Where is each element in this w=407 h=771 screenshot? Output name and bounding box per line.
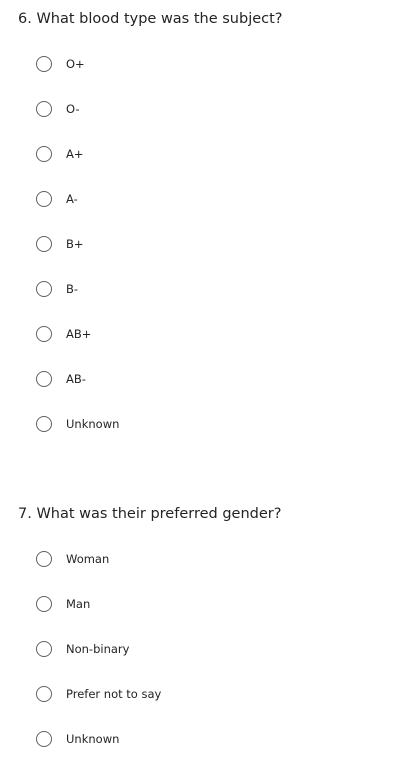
question-title: 6. What blood type was the subject? (18, 11, 283, 27)
question-title: 7. What was their preferred gender? (18, 506, 282, 522)
radio-button[interactable] (36, 731, 52, 747)
option-label: A- (66, 192, 78, 206)
option-prefer-not-to-say[interactable]: Prefer not to say (36, 682, 161, 706)
option-label: Unknown (66, 417, 120, 431)
radio-button[interactable] (36, 146, 52, 162)
radio-button[interactable] (36, 596, 52, 612)
radio-button[interactable] (36, 551, 52, 567)
option-label: Woman (66, 552, 110, 566)
option-label: Prefer not to say (66, 687, 162, 701)
option-label: AB- (66, 372, 86, 386)
radio-button[interactable] (36, 641, 52, 657)
radio-button[interactable] (36, 236, 52, 252)
option-label: A+ (66, 147, 84, 161)
radio-button[interactable] (36, 101, 52, 117)
option-non-binary[interactable]: Non-binary (36, 637, 129, 661)
radio-button[interactable] (36, 371, 52, 387)
option-b-positive[interactable]: B+ (36, 232, 84, 256)
option-b-negative[interactable]: B- (36, 277, 78, 301)
option-unknown[interactable]: Unknown (36, 412, 119, 436)
option-a-negative[interactable]: A- (36, 187, 78, 211)
radio-button[interactable] (36, 326, 52, 342)
option-ab-positive[interactable]: AB+ (36, 322, 91, 346)
option-label: O- (66, 102, 80, 116)
option-a-positive[interactable]: A+ (36, 142, 84, 166)
option-label: Man (66, 597, 91, 611)
option-woman[interactable]: Woman (36, 547, 109, 571)
option-label: B+ (66, 237, 84, 251)
option-ab-negative[interactable]: AB- (36, 367, 86, 391)
radio-button[interactable] (36, 416, 52, 432)
option-man[interactable]: Man (36, 592, 90, 616)
option-o-negative[interactable]: O- (36, 97, 80, 121)
radio-button[interactable] (36, 686, 52, 702)
radio-button[interactable] (36, 281, 52, 297)
option-unknown[interactable]: Unknown (36, 727, 119, 751)
option-label: O+ (66, 57, 85, 71)
radio-button[interactable] (36, 56, 52, 72)
option-label: Non-binary (66, 642, 130, 656)
option-o-positive[interactable]: O+ (36, 52, 85, 76)
option-label: B- (66, 282, 79, 296)
radio-button[interactable] (36, 191, 52, 207)
option-label: Unknown (66, 732, 120, 746)
option-label: AB+ (66, 327, 92, 341)
